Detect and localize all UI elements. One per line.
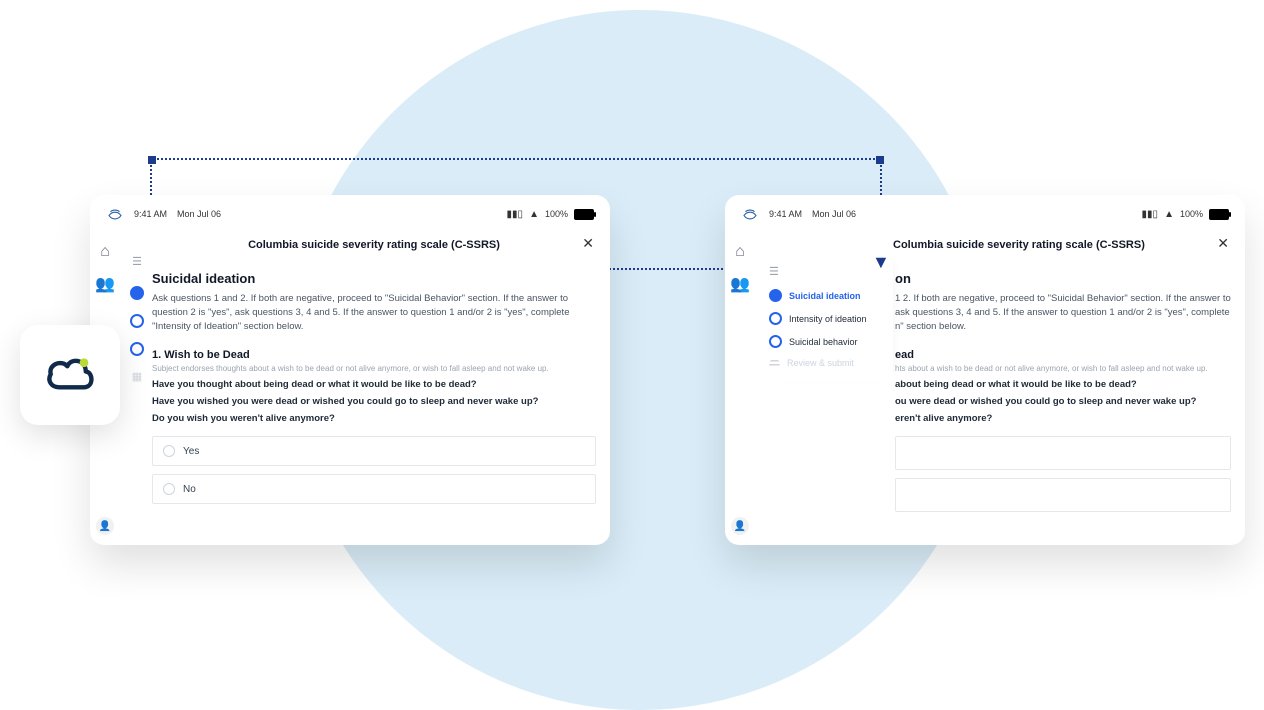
question-line-3: Do you wish you weren't alive anymore?: [152, 413, 596, 424]
question-line-1: Have you thought about being dead or wha…: [152, 379, 596, 390]
battery-icon: [574, 209, 594, 220]
question-heading: 1. Wish to be Dead: [152, 349, 596, 361]
radio-icon: [163, 445, 175, 457]
tablet-left: 9:41 AM Mon Jul 06 ▮▮▯ ▲ 100% ⌂ 👥 👤 ☰ ▦ …: [90, 195, 610, 545]
nav-label: Review & submit: [787, 358, 854, 368]
section-instructions: Ask questions 1 and 2. If both are negat…: [152, 292, 596, 333]
account-avatar[interactable]: 👤: [96, 517, 114, 535]
status-time: 9:41 AM: [134, 209, 167, 219]
app-sidebar: ⌂ 👥 👤: [725, 231, 755, 545]
question-subtext-clipped: hts about a wish to be dead or not alive…: [895, 364, 1231, 373]
section-heading: Suicidal ideation: [152, 271, 596, 286]
option-row[interactable]: [895, 478, 1231, 512]
people-icon[interactable]: 👥: [733, 277, 747, 291]
option-row[interactable]: [895, 436, 1231, 470]
nav-label: Suicidal behavior: [789, 337, 858, 347]
close-icon[interactable]: ✕: [582, 235, 594, 252]
cursor-arrow-icon: ▼: [872, 252, 890, 273]
form-stepper: ☰ ▦: [126, 255, 148, 383]
option-label: No: [183, 484, 196, 495]
stepper-panel: ☰ Suicidal ideation Intensity of ideatio…: [761, 257, 893, 381]
stepper-collapse-icon[interactable]: ☰: [769, 265, 887, 278]
option-yes[interactable]: Yes: [152, 436, 596, 466]
signal-icon: ▮▮▯: [1142, 209, 1159, 220]
home-icon[interactable]: ⌂: [733, 245, 747, 259]
nav-suicidal-behavior[interactable]: Suicidal behavior: [767, 330, 887, 353]
form-main: Columbia suicide severity rating scale (…: [152, 233, 596, 535]
status-time: 9:41 AM: [769, 209, 802, 219]
people-icon[interactable]: 👥: [98, 277, 112, 291]
form-title: Columbia suicide severity rating scale (…: [248, 239, 500, 251]
form-title: Columbia suicide severity rating scale (…: [893, 239, 1145, 251]
question-line-2-clipped: ou were dead or wished you could go to s…: [895, 396, 1231, 407]
nav-label: Intensity of ideation: [789, 314, 867, 324]
radio-icon: [163, 483, 175, 495]
status-bar: 9:41 AM Mon Jul 06 ▮▮▯ ▲ 100%: [725, 195, 1245, 225]
step-3-dot[interactable]: [130, 342, 144, 356]
battery-percent: 100%: [1180, 209, 1203, 219]
nav-review-submit: Review & submit: [767, 353, 887, 373]
section-heading-clipped: on: [895, 271, 1231, 286]
brand-logo-icon: [741, 205, 759, 223]
tablet-right: 9:41 AM Mon Jul 06 ▮▮▯ ▲ 100% ⌂ 👥 👤 Colu…: [725, 195, 1245, 545]
battery-icon: [1209, 209, 1229, 220]
nav-suicidal-ideation[interactable]: Suicidal ideation: [767, 284, 887, 307]
home-icon[interactable]: ⌂: [98, 245, 112, 259]
signal-icon: ▮▮▯: [507, 209, 524, 220]
nav-label: Suicidal ideation: [789, 291, 861, 301]
section-instructions-clipped: 1 2. If both are negative, proceed to "S…: [895, 292, 1231, 333]
option-no[interactable]: No: [152, 474, 596, 504]
cloud-icon: [42, 347, 98, 403]
stepper-collapse-icon[interactable]: ☰: [132, 255, 142, 268]
battery-percent: 100%: [545, 209, 568, 219]
account-avatar[interactable]: 👤: [731, 517, 749, 535]
close-icon[interactable]: ✕: [1217, 235, 1229, 252]
wifi-icon: ▲: [1164, 209, 1174, 220]
cloud-logo-chip: [20, 325, 120, 425]
step-review-icon[interactable]: ▦: [132, 370, 142, 383]
status-date: Mon Jul 06: [812, 209, 856, 219]
question-line-1-clipped: about being dead or what it would be lik…: [895, 379, 1231, 390]
question-subtext: Subject endorses thoughts about a wish t…: [152, 364, 596, 373]
question-line-2: Have you wished you were dead or wished …: [152, 396, 596, 407]
brand-logo-icon: [106, 205, 124, 223]
question-heading-clipped: ead: [895, 349, 1231, 361]
step-1-dot[interactable]: [130, 286, 144, 300]
option-label: Yes: [183, 446, 199, 457]
nav-intensity-of-ideation[interactable]: Intensity of ideation: [767, 307, 887, 330]
status-bar: 9:41 AM Mon Jul 06 ▮▮▯ ▲ 100%: [90, 195, 610, 225]
wifi-icon: ▲: [529, 209, 539, 220]
status-date: Mon Jul 06: [177, 209, 221, 219]
step-2-dot[interactable]: [130, 314, 144, 328]
question-line-3-clipped: eren't alive anymore?: [895, 413, 1231, 424]
